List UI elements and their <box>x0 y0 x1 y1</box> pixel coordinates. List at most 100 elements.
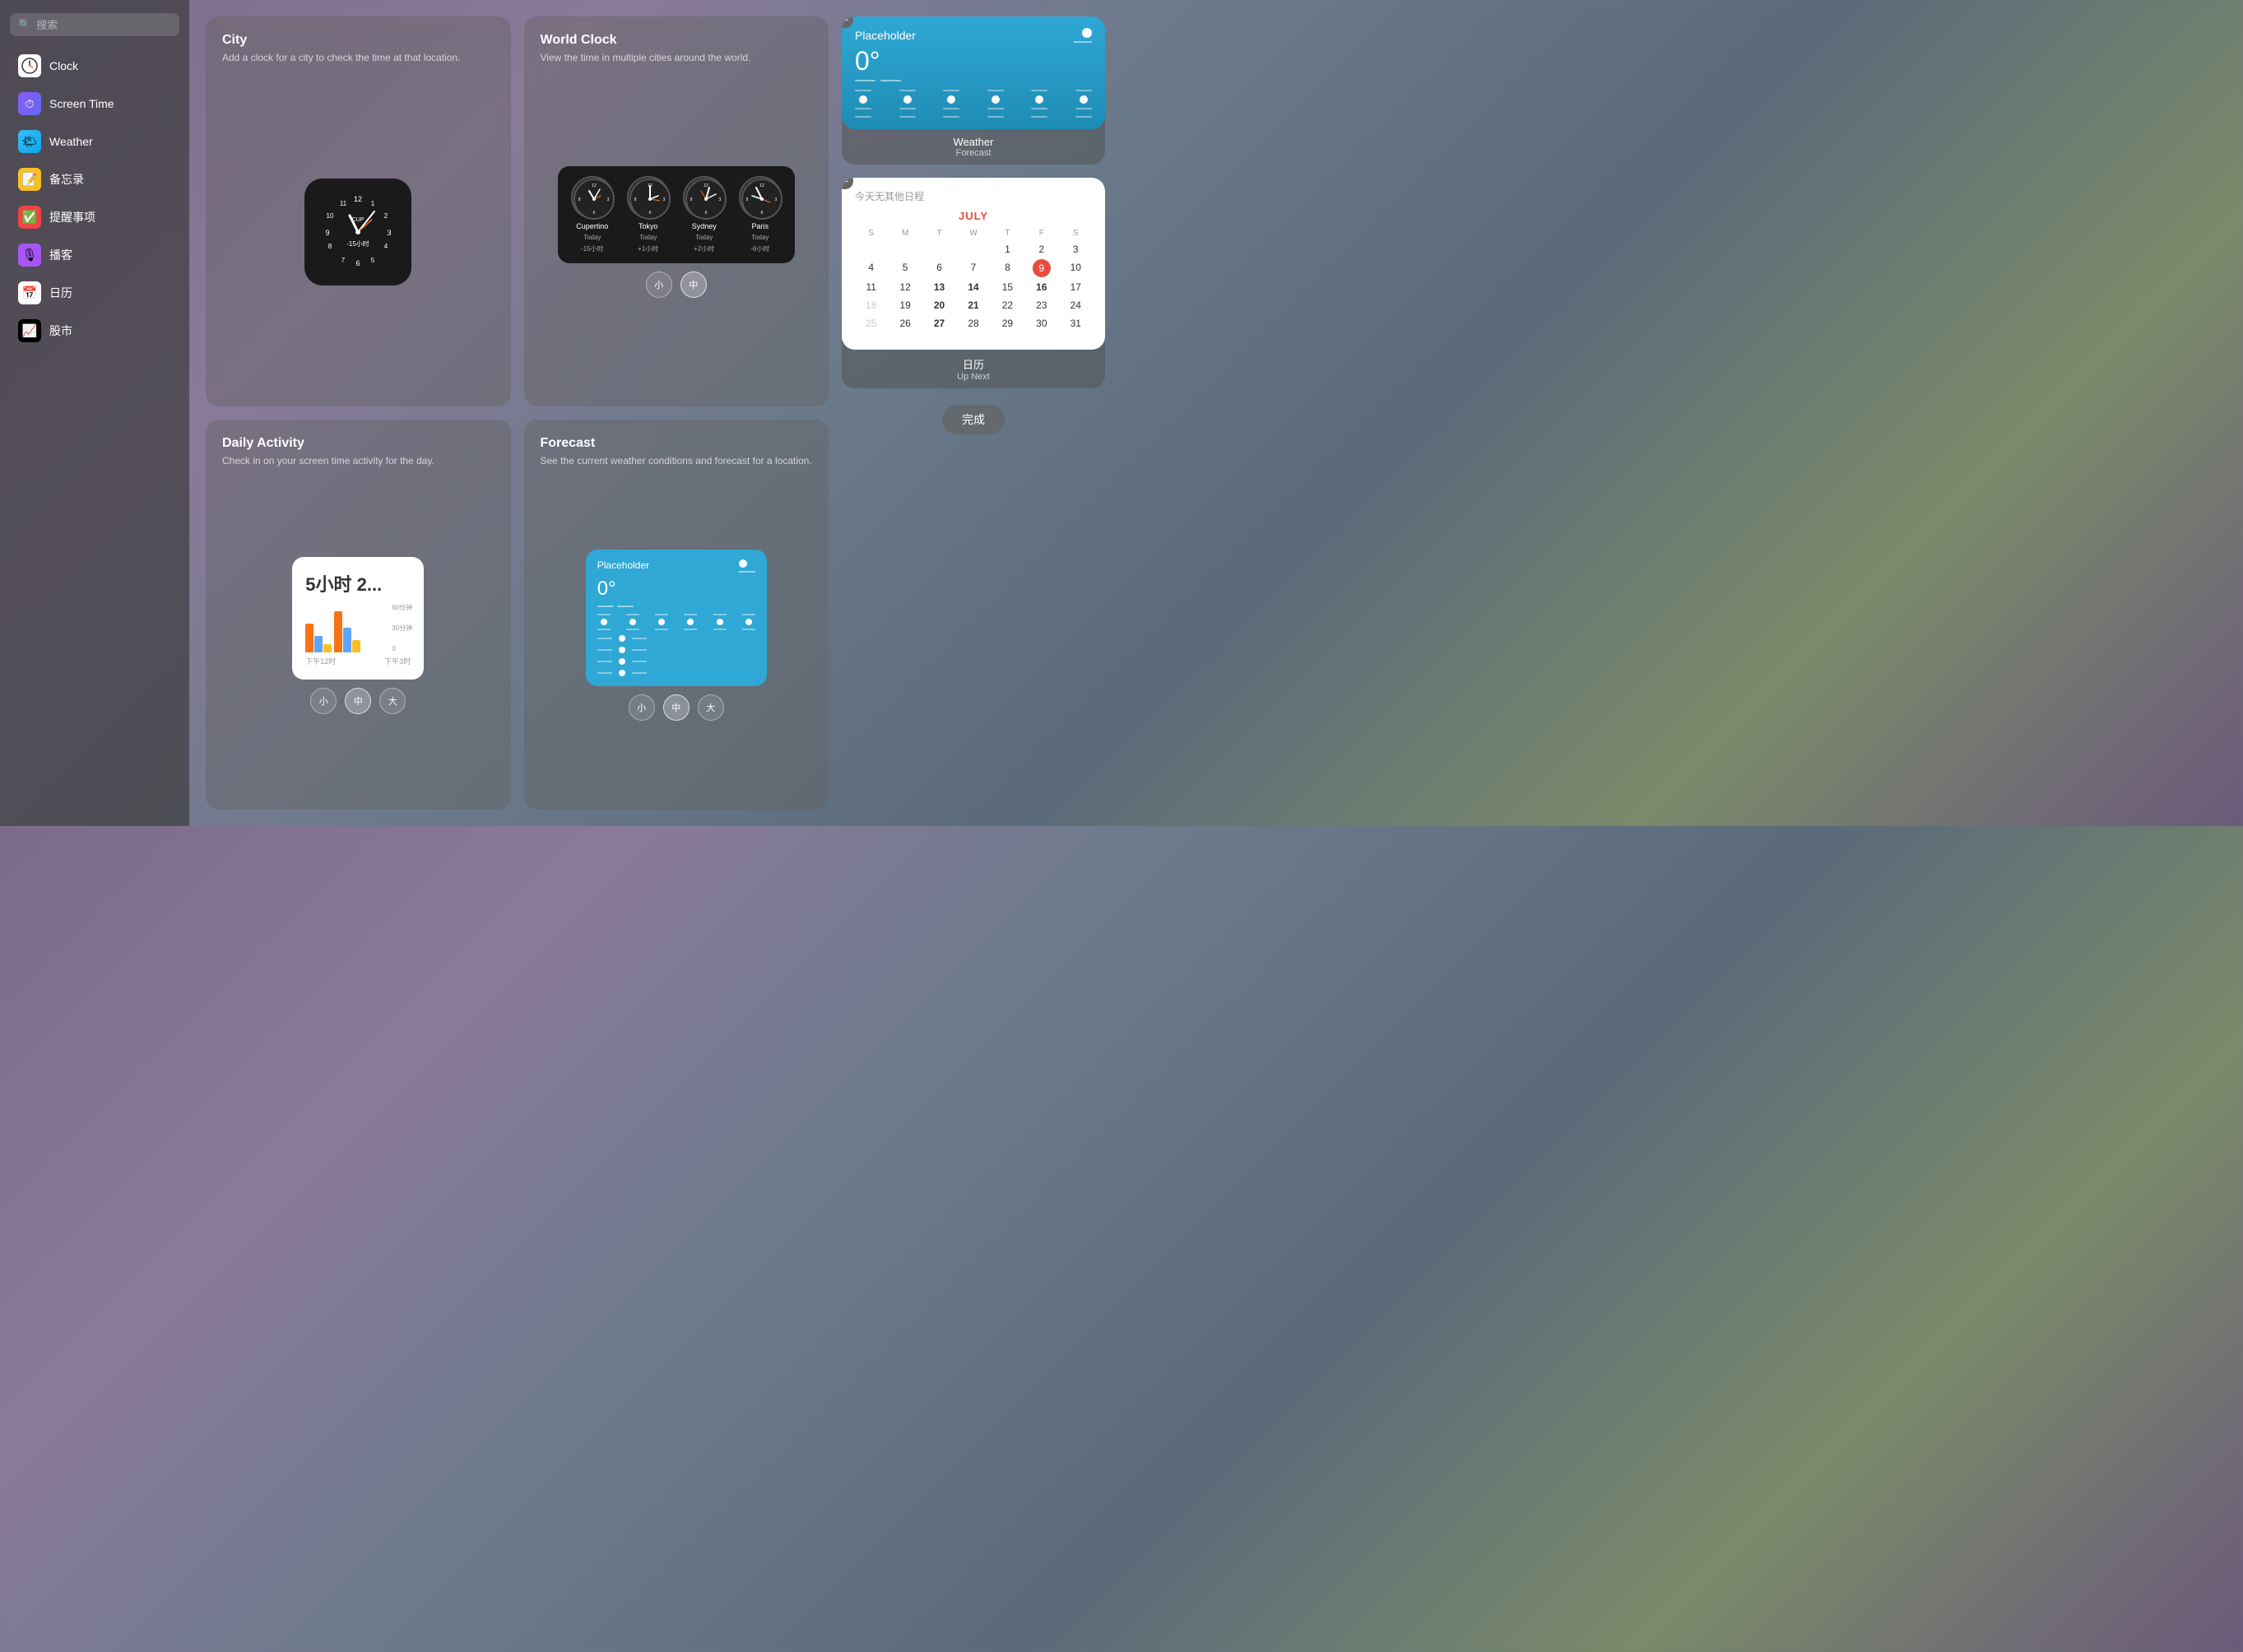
forecast-size-large[interactable]: 大 <box>698 694 724 721</box>
cal-day-3[interactable]: 3 <box>1060 241 1092 258</box>
fhd-b2 <box>626 629 639 630</box>
forecast-panel: Forecast See the current weather conditi… <box>524 420 829 810</box>
cal-day-22[interactable]: 22 <box>991 297 1024 313</box>
cal-day-21[interactable]: 21 <box>957 297 989 313</box>
done-button[interactable]: 完成 <box>942 405 1005 434</box>
cal-day-31[interactable]: 31 <box>1060 315 1092 332</box>
svg-text:3: 3 <box>388 229 392 237</box>
wwh-4-top <box>987 90 1004 91</box>
activity-size-small[interactable]: 小 <box>310 688 337 714</box>
sidebar-item-stocks-label: 股市 <box>49 323 72 339</box>
forecast-panel-desc: See the current weather conditions and f… <box>541 454 813 468</box>
fv-2-dot <box>619 647 625 653</box>
bar-2c <box>352 640 360 652</box>
cal-day-8[interactable]: 8 <box>991 259 1024 277</box>
cal-day-5[interactable]: 5 <box>889 259 921 277</box>
wc-paris-offset: -6小时 <box>750 244 769 253</box>
cal-day-19[interactable]: 19 <box>889 297 921 313</box>
cal-day-25[interactable]: 25 <box>855 315 887 332</box>
weather-icon: 🌤 <box>18 130 41 153</box>
activity-time-display: 5小时 2... <box>305 570 411 596</box>
svg-text:1: 1 <box>371 200 375 207</box>
cal-day-6[interactable]: 6 <box>923 259 955 277</box>
bar-group-2 <box>334 611 360 652</box>
forecast-panel-title: Forecast <box>541 436 813 451</box>
cal-header-f: F <box>1025 227 1057 239</box>
cal-day-4[interactable]: 4 <box>855 259 887 277</box>
sidebar-item-clock-label: Clock <box>49 59 78 72</box>
cal-day-16[interactable]: 16 <box>1025 279 1057 295</box>
cal-day-15[interactable]: 15 <box>991 279 1024 295</box>
wwh-1-top <box>855 90 871 91</box>
cal-header-t2: T <box>991 227 1024 239</box>
sidebar-item-clock[interactable]: Clock <box>5 48 184 84</box>
cal-header-s2: S <box>1060 227 1092 239</box>
cal-day-13[interactable]: 13 <box>923 279 955 295</box>
wc-tokyo-clock: 12 6 9 3 <box>627 176 670 219</box>
fhd-dot-1 <box>601 619 607 625</box>
cal-day-29[interactable]: 29 <box>991 315 1024 332</box>
cal-day-27[interactable]: 27 <box>923 315 955 332</box>
calendar-icon: 📅 <box>18 281 41 304</box>
wwh-6-dot <box>1080 95 1088 104</box>
forecast-size-medium[interactable]: 中 <box>663 694 690 721</box>
cal-day-30[interactable]: 30 <box>1025 315 1057 332</box>
chart-label-3pm: 下午3时 <box>384 656 411 666</box>
sidebar-item-calendar[interactable]: 📅 日历 <box>5 275 184 311</box>
sidebar-item-stocks[interactable]: 📈 股市 <box>5 313 184 349</box>
svg-text:3: 3 <box>606 197 609 202</box>
wc-cupertino-clock: 12 6 9 3 <box>571 176 614 219</box>
cal-day-1[interactable]: 1 <box>991 241 1024 258</box>
sidebar-item-notes[interactable]: 📝 备忘录 <box>5 161 184 197</box>
forecast-dashes <box>597 606 755 607</box>
cal-day-24[interactable]: 24 <box>1060 297 1092 313</box>
cal-day-18[interactable]: 18 <box>855 297 887 313</box>
wwbd-6 <box>1075 116 1092 118</box>
svg-text:3: 3 <box>718 197 721 202</box>
forecast-widget: Placeholder 0° <box>586 550 767 686</box>
clock-icon <box>18 54 41 77</box>
cal-day-12[interactable]: 12 <box>889 279 921 295</box>
wwbd-2 <box>899 116 916 118</box>
cal-day-2[interactable]: 2 <box>1025 241 1057 258</box>
fhd-dot-4 <box>687 619 694 625</box>
cal-day-9-today[interactable]: 9 <box>1033 259 1051 277</box>
sidebar-item-podcasts[interactable]: 🎙 播客 <box>5 237 184 273</box>
wc-sydney-clock: 12 6 9 3 <box>683 176 726 219</box>
sidebar-item-reminders[interactable]: ✅ 提醒事项 <box>5 199 184 235</box>
forecast-size-small[interactable]: 小 <box>629 694 655 721</box>
activity-size-medium[interactable]: 中 <box>345 688 371 714</box>
fv-1-dash2 <box>632 638 647 639</box>
search-input[interactable] <box>36 19 171 31</box>
cal-day-26[interactable]: 26 <box>889 315 921 332</box>
wc-cupertino: 12 6 9 3 Cupertino Today <box>571 176 614 253</box>
size-small-btn[interactable]: 小 <box>646 271 672 298</box>
fv-4-dash <box>597 672 612 674</box>
cal-day-14[interactable]: 14 <box>957 279 989 295</box>
cal-day-10[interactable]: 10 <box>1060 259 1092 277</box>
calendar-label-title: 日历 <box>848 356 1098 372</box>
wwd-2 <box>880 80 901 81</box>
cal-day-17[interactable]: 17 <box>1060 279 1092 295</box>
ww-bottom-dashes <box>855 116 1092 118</box>
cal-day-20[interactable]: 20 <box>923 297 955 313</box>
size-medium-btn[interactable]: 中 <box>680 271 707 298</box>
cal-day-11[interactable]: 11 <box>855 279 887 295</box>
wc-sydney-day: Today <box>695 234 713 241</box>
fhd-b1 <box>597 629 611 630</box>
cal-day-7[interactable]: 7 <box>957 259 989 277</box>
svg-text:6: 6 <box>648 211 651 216</box>
activity-size-large[interactable]: 大 <box>379 688 406 714</box>
sidebar-item-screentime[interactable]: ⏱ Screen Time <box>5 86 184 122</box>
sidebar-item-weather[interactable]: 🌤 Weather <box>5 123 184 160</box>
fh-4 <box>684 614 697 630</box>
cal-month: JULY <box>959 210 988 222</box>
fv-2-dash2 <box>632 649 647 651</box>
fhd-6 <box>742 614 755 615</box>
ww-dot <box>1082 28 1092 38</box>
wwd-1 <box>855 80 875 81</box>
svg-text:11: 11 <box>340 200 347 207</box>
cal-day-23[interactable]: 23 <box>1025 297 1057 313</box>
cal-day-28[interactable]: 28 <box>957 315 989 332</box>
search-bar[interactable]: 🔍 <box>10 13 179 36</box>
